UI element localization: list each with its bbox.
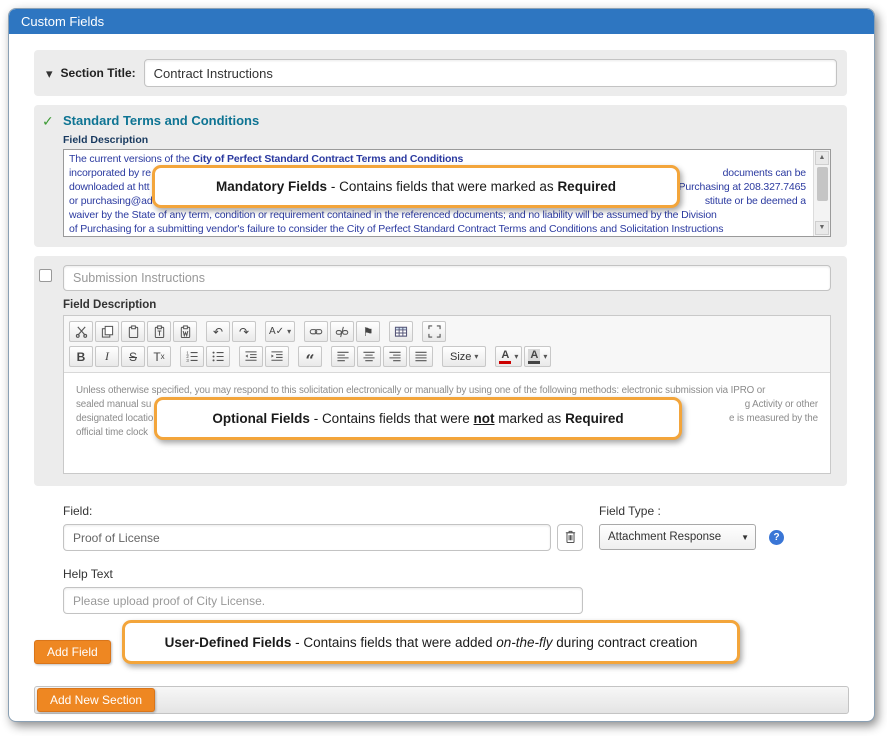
- bold-icon[interactable]: B: [69, 346, 93, 367]
- bulleted-list-icon[interactable]: [206, 346, 230, 367]
- spellcheck-icon[interactable]: A✓▾: [265, 321, 295, 342]
- trash-icon: [564, 529, 577, 547]
- standard-terms-heading: Standard Terms and Conditions: [63, 113, 831, 128]
- field-type-label: Field Type :: [599, 504, 799, 518]
- align-justify-icon[interactable]: [409, 346, 433, 367]
- redo-icon[interactable]: ↷: [232, 321, 256, 342]
- terms-text-line: The current versions of the City of Perf…: [69, 152, 806, 166]
- align-right-icon[interactable]: [383, 346, 407, 367]
- cut-icon[interactable]: [69, 321, 93, 342]
- link-icon[interactable]: [304, 321, 328, 342]
- dialog-header: Custom Fields: [9, 9, 874, 34]
- dialog-content: ▾ Section Title: ✓ Standard Terms and Co…: [9, 34, 874, 664]
- chevron-down-icon: ▾: [543, 352, 547, 361]
- maximize-icon[interactable]: [422, 321, 446, 342]
- text-color-icon[interactable]: A▾: [495, 346, 522, 367]
- callout-optional-fields: Optional Fields - Contains fields that w…: [154, 397, 682, 440]
- scrollbar-thumb[interactable]: [817, 167, 828, 201]
- editor-text-line: Unless otherwise specified, you may resp…: [76, 384, 818, 398]
- help-icon[interactable]: ?: [769, 530, 784, 545]
- numbered-list-icon[interactable]: 123: [180, 346, 204, 367]
- copy-icon[interactable]: [95, 321, 119, 342]
- section-title-input[interactable]: [144, 59, 837, 87]
- footer-bar: Add New Section: [34, 686, 849, 714]
- field-label: Field:: [63, 504, 583, 518]
- field-checkbox[interactable]: [39, 269, 52, 282]
- section-title-label: Section Title:: [61, 66, 136, 80]
- help-text-input[interactable]: [63, 587, 583, 614]
- field-type-select[interactable]: Attachment Response ▼: [599, 524, 756, 550]
- standard-terms-panel: ✓ Standard Terms and Conditions Field De…: [34, 105, 847, 247]
- chevron-down-icon: ▾: [474, 352, 478, 361]
- remove-format-icon[interactable]: Tx: [147, 346, 171, 367]
- blockquote-icon[interactable]: “: [298, 346, 322, 367]
- flag-anchor-icon[interactable]: ⚑: [356, 321, 380, 342]
- chevron-down-icon: ▾: [514, 352, 518, 361]
- italic-icon[interactable]: I: [95, 346, 119, 367]
- delete-field-button[interactable]: [557, 524, 583, 551]
- align-center-icon[interactable]: [357, 346, 381, 367]
- user-defined-fields-area: Field: Field Type : Attachment Response …: [34, 504, 847, 664]
- callout-mandatory-fields: Mandatory Fields - Contains fields that …: [152, 165, 680, 208]
- table-icon[interactable]: [389, 321, 413, 342]
- unlink-icon[interactable]: [330, 321, 354, 342]
- section-title-bar: ▾ Section Title:: [34, 50, 847, 96]
- undo-icon[interactable]: ↶: [206, 321, 230, 342]
- increase-indent-icon[interactable]: [265, 346, 289, 367]
- decrease-indent-icon[interactable]: [239, 346, 263, 367]
- terms-text-line: of Purchasing for a submitting vendor's …: [69, 222, 806, 236]
- terms-textbox[interactable]: The current versions of the City of Perf…: [63, 149, 831, 237]
- add-new-section-button[interactable]: Add New Section: [37, 688, 155, 712]
- background-color-icon[interactable]: A▾: [524, 346, 551, 367]
- paste-from-word-icon[interactable]: [173, 321, 197, 342]
- callout-user-defined-fields: User-Defined Fields - Contains fields th…: [122, 620, 740, 664]
- paste-plain-text-icon[interactable]: [147, 321, 171, 342]
- font-size-dropdown[interactable]: Size▾: [442, 346, 486, 367]
- collapse-section-icon[interactable]: ▾: [46, 67, 53, 80]
- editor-content[interactable]: Unless otherwise specified, you may resp…: [64, 373, 830, 473]
- paste-icon[interactable]: [121, 321, 145, 342]
- help-text-label: Help Text: [63, 567, 847, 581]
- align-left-icon[interactable]: [331, 346, 355, 367]
- select-arrow-icon: ▼: [741, 533, 749, 542]
- dialog-title: Custom Fields: [21, 14, 104, 29]
- check-icon: ✓: [42, 113, 54, 130]
- field-input[interactable]: [63, 524, 551, 551]
- strikethrough-icon[interactable]: S: [121, 346, 145, 367]
- add-field-button[interactable]: Add Field: [34, 640, 111, 664]
- terms-text-line: waiver by the State of any term, conditi…: [69, 208, 806, 222]
- field-name-input[interactable]: [63, 265, 831, 291]
- custom-fields-dialog: Custom Fields ▾ Section Title: ✓ Standar…: [8, 8, 875, 722]
- scroll-up-icon[interactable]: ▲: [815, 151, 829, 165]
- svg-text:3: 3: [186, 358, 189, 363]
- chevron-down-icon: ▾: [287, 327, 291, 336]
- scrollbar[interactable]: ▲ ▼: [813, 150, 830, 236]
- submission-panel: Field Description ↶ ↷: [34, 256, 847, 486]
- editor-toolbar: ↶ ↷ A✓▾ ⚑: [64, 316, 830, 373]
- field-description-label: Field Description: [63, 134, 831, 146]
- toolbar-row-2: B I S Tx 123: [69, 344, 825, 369]
- field-description-label: Field Description: [63, 299, 831, 311]
- scroll-down-icon[interactable]: ▼: [815, 221, 829, 235]
- toolbar-row-1: ↶ ↷ A✓▾ ⚑: [69, 319, 825, 344]
- rich-text-editor: ↶ ↷ A✓▾ ⚑: [63, 315, 831, 474]
